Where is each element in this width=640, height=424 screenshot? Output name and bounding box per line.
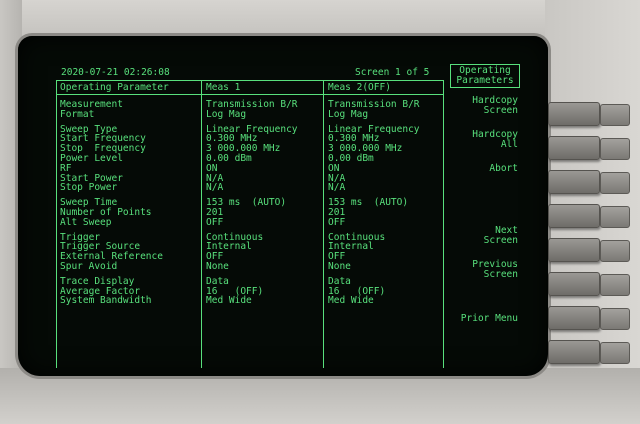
meas1-value: None [206, 261, 229, 272]
table-left-border [56, 80, 57, 368]
meas1-value: Med Wide [206, 295, 252, 307]
panel-key[interactable] [600, 138, 630, 160]
softkey-button-1[interactable] [548, 102, 600, 126]
softkey-label-2[interactable]: Hardcopy Screen [450, 96, 518, 116]
meas2-value: None [328, 261, 351, 272]
meas2-column-header: Meas 2(OFF) [328, 82, 391, 93]
softkey-label-text: Abort [489, 163, 518, 174]
instrument-bezel-bottom [0, 368, 640, 424]
panel-key[interactable] [600, 206, 630, 228]
softkey-button-3[interactable] [548, 170, 600, 194]
softkey-button-7[interactable] [548, 306, 600, 330]
softkey-button-5[interactable] [548, 238, 600, 262]
softkey-button-8[interactable] [548, 340, 600, 364]
softkey-label-7[interactable]: Prior Menu [450, 314, 518, 324]
softkey-button-2[interactable] [548, 136, 600, 160]
softkey-label-text: Parameters [456, 75, 514, 86]
panel-key[interactable] [600, 274, 630, 296]
parameter-label: System Bandwidth [60, 295, 152, 307]
softkey-label-text: Screen [483, 105, 518, 116]
table-header-divider [56, 94, 443, 95]
softkey-label-1[interactable]: Operating Parameters [450, 64, 520, 88]
softkey-label-text: All [500, 139, 518, 150]
meas2-value: OFF [328, 216, 346, 228]
crt-display: 2020-07-21 02:26:08 Screen 1 of 5 Operat… [18, 36, 548, 376]
meas2-value: Med Wide [328, 295, 374, 307]
screen-indicator: Screen 1 of 5 [355, 67, 430, 78]
softkey-label-text: Prior Menu [460, 313, 518, 324]
table-column-divider [323, 80, 324, 368]
softkey-label-5[interactable]: Next Screen [450, 226, 518, 246]
meas2-value: Log Mag [328, 108, 369, 120]
softkey-button-6[interactable] [548, 272, 600, 296]
panel-key[interactable] [600, 104, 630, 126]
softkey-label-text: Screen [483, 235, 518, 246]
table-top-border [56, 80, 443, 81]
table-right-border [443, 80, 444, 368]
meas1-column-header: Meas 1 [206, 82, 241, 93]
table-column-divider [201, 80, 202, 368]
softkey-label-4[interactable]: Abort [450, 164, 518, 174]
panel-key[interactable] [600, 172, 630, 194]
panel-key[interactable] [600, 308, 630, 330]
panel-key[interactable] [600, 342, 630, 364]
softkey-label-text: Screen [483, 269, 518, 280]
parameter-label: Spur Avoid [60, 261, 118, 272]
parameter-label: Stop Power [60, 182, 118, 194]
parameter-column-header: Operating Parameter [60, 82, 169, 93]
panel-key[interactable] [600, 240, 630, 262]
datetime-readout: 2020-07-21 02:26:08 [61, 67, 170, 78]
softkey-label-3[interactable]: Hardcopy All [450, 130, 518, 150]
meas1-value: N/A [206, 182, 224, 194]
parameter-label: Format [60, 108, 95, 120]
instrument-bezel-top [0, 0, 640, 38]
softkey-button-4[interactable] [548, 204, 600, 228]
parameter-label: Alt Sweep [60, 216, 112, 228]
meas1-value: Log Mag [206, 108, 247, 120]
meas2-value: N/A [328, 182, 346, 194]
meas1-value: OFF [206, 216, 224, 228]
softkey-label-6[interactable]: Previous Screen [450, 260, 518, 280]
